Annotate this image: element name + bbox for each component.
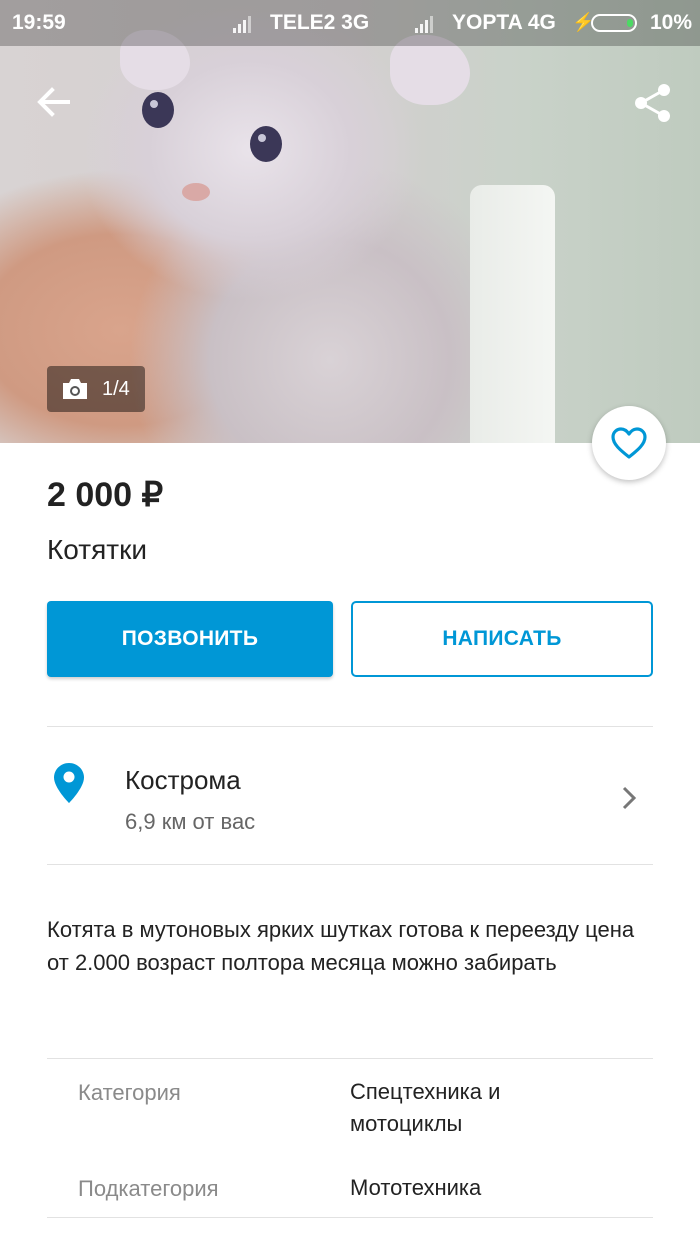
camera-icon bbox=[63, 379, 87, 399]
photo-counter: 1/4 bbox=[47, 366, 145, 412]
signal-icon bbox=[415, 15, 433, 33]
share-button[interactable] bbox=[632, 82, 674, 124]
battery-icon bbox=[591, 14, 637, 32]
status-bar: 19:59 TELE2 3G YOPTA 4G ⚡ 10% bbox=[0, 0, 700, 46]
battery-percent: 10% bbox=[650, 11, 693, 34]
location-city: Кострома bbox=[125, 765, 241, 795]
location-distance: 6,9 км от вас bbox=[125, 809, 256, 834]
param-value-category: Спецтехника и мотоциклы bbox=[350, 1079, 501, 1136]
photo-counter-label: 1/4 bbox=[102, 378, 130, 400]
listing-description: Котята в мутоновых ярких шутках готова к… bbox=[47, 917, 635, 975]
call-button[interactable]: ПОЗВОНИТЬ bbox=[47, 601, 333, 677]
divider bbox=[47, 1217, 653, 1218]
heart-icon bbox=[611, 427, 647, 459]
back-button[interactable] bbox=[34, 82, 74, 122]
divider bbox=[47, 1058, 653, 1059]
carrier-name: YOPTA 4G bbox=[452, 11, 556, 34]
param-label-category: Категория bbox=[78, 1080, 181, 1105]
arrow-left-icon bbox=[37, 87, 70, 117]
carrier-name: TELE2 3G bbox=[270, 11, 370, 34]
location-row[interactable]: Кострома 6,9 км от вас bbox=[0, 727, 700, 864]
signal-icon bbox=[233, 15, 251, 33]
listing-price: 2 000 ₽ bbox=[47, 476, 164, 514]
divider bbox=[47, 864, 653, 865]
status-time: 19:59 bbox=[12, 11, 66, 34]
listing-title: Котятки bbox=[47, 534, 147, 565]
chevron-right-icon bbox=[622, 786, 637, 810]
param-label-subcategory: Подкатегория bbox=[78, 1176, 219, 1201]
write-button[interactable]: НАПИСАТЬ bbox=[351, 601, 653, 677]
param-value-subcategory: Мототехника bbox=[350, 1175, 482, 1200]
favorite-button[interactable] bbox=[592, 406, 666, 480]
share-icon bbox=[635, 84, 670, 122]
map-pin-icon bbox=[54, 763, 84, 803]
